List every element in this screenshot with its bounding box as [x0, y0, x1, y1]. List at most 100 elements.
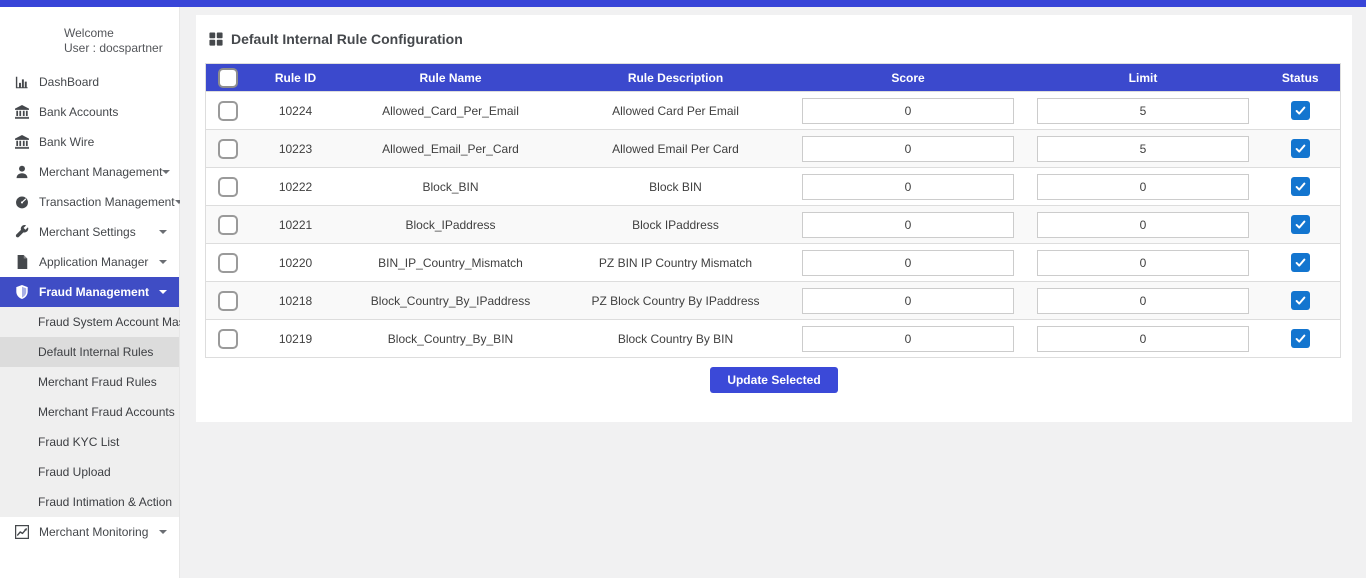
table-header-row: Rule ID Rule Name Rule Description Score… [206, 64, 1341, 92]
rule-id-cell: 10218 [251, 282, 341, 320]
sidebar-item-label: Merchant Management [39, 165, 162, 179]
row-checkbox[interactable] [218, 139, 238, 159]
tachometer-icon [14, 195, 29, 210]
sidebar-subitem-merchant-fraud-rules[interactable]: Merchant Fraud Rules [0, 367, 179, 397]
select-all-checkbox[interactable] [218, 68, 238, 88]
sidebar-item-label: Merchant Monitoring [39, 525, 148, 539]
file-icon [14, 255, 29, 270]
rule-description-cell: Block BIN [561, 168, 791, 206]
header-score: Score [791, 64, 1026, 92]
wrench-icon [14, 225, 29, 240]
table-row: 10219 Block_Country_By_BIN Block Country… [206, 320, 1341, 358]
welcome-text: Welcome [64, 26, 179, 41]
sidebar-item-merchant-monitoring[interactable]: Merchant Monitoring [0, 517, 179, 547]
update-selected-button[interactable]: Update Selected [710, 367, 837, 393]
sidebar-item-dashboard[interactable]: DashBoard [0, 67, 179, 97]
table-row: 10220 BIN_IP_Country_Mismatch PZ BIN IP … [206, 244, 1341, 282]
caret-down-icon [159, 290, 167, 294]
score-input[interactable] [802, 136, 1014, 162]
limit-input[interactable] [1037, 326, 1249, 352]
sidebar-item-merchant-management[interactable]: Merchant Management [0, 157, 179, 187]
bank-icon [14, 135, 29, 150]
chart-line-icon [14, 525, 29, 540]
row-checkbox[interactable] [218, 329, 238, 349]
sidebar-item-bank-accounts[interactable]: Bank Accounts [0, 97, 179, 127]
sidebar-item-application-manager[interactable]: Application Manager [0, 247, 179, 277]
sidebar-item-bank-wire[interactable]: Bank Wire [0, 127, 179, 157]
sidebar-subitem-merchant-fraud-accounts[interactable]: Merchant Fraud Accounts [0, 397, 179, 427]
rule-description-cell: PZ BIN IP Country Mismatch [561, 244, 791, 282]
limit-input[interactable] [1037, 174, 1249, 200]
header-limit: Limit [1026, 64, 1261, 92]
header-rule-id: Rule ID [251, 64, 341, 92]
score-input[interactable] [802, 98, 1014, 124]
rule-description-cell: Allowed Card Per Email [561, 92, 791, 130]
bank-icon [14, 105, 29, 120]
rule-description-cell: Block Country By BIN [561, 320, 791, 358]
sidebar-item-label: DashBoard [39, 75, 99, 89]
rule-id-cell: 10224 [251, 92, 341, 130]
status-checkbox[interactable] [1291, 101, 1310, 120]
header-rule-description: Rule Description [561, 64, 791, 92]
limit-input[interactable] [1037, 250, 1249, 276]
row-checkbox[interactable] [218, 291, 238, 311]
sidebar-item-label: Application Manager [39, 255, 148, 269]
sidebar-item-label: Transaction Management [39, 195, 175, 209]
rule-name-cell: BIN_IP_Country_Mismatch [341, 244, 561, 282]
row-checkbox[interactable] [218, 177, 238, 197]
caret-down-icon [159, 260, 167, 264]
sidebar-item-label: Bank Accounts [39, 105, 118, 119]
caret-down-icon [162, 170, 170, 174]
status-checkbox[interactable] [1291, 139, 1310, 158]
sidebar-subitem-fraud-system-account-master[interactable]: Fraud System Account Master [0, 307, 179, 337]
row-checkbox[interactable] [218, 215, 238, 235]
limit-input[interactable] [1037, 212, 1249, 238]
sidebar-item-merchant-settings[interactable]: Merchant Settings [0, 217, 179, 247]
rule-name-cell: Allowed_Card_Per_Email [341, 92, 561, 130]
sidebar-item-label: Merchant Settings [39, 225, 136, 239]
sidebar-subitem-default-internal-rules[interactable]: Default Internal Rules [0, 337, 179, 367]
status-checkbox[interactable] [1291, 253, 1310, 272]
rule-id-cell: 10220 [251, 244, 341, 282]
rule-description-cell: Allowed Email Per Card [561, 130, 791, 168]
limit-input[interactable] [1037, 288, 1249, 314]
status-checkbox[interactable] [1291, 177, 1310, 196]
row-checkbox[interactable] [218, 101, 238, 121]
score-input[interactable] [802, 288, 1014, 314]
sidebar-menu: DashBoard Bank Accounts Bank Wire Mercha… [0, 67, 179, 547]
sidebar-item-transaction-management[interactable]: Transaction Management [0, 187, 179, 217]
score-input[interactable] [802, 174, 1014, 200]
sidebar-subitem-fraud-upload[interactable]: Fraud Upload [0, 457, 179, 487]
page-title-text: Default Internal Rule Configuration [231, 31, 463, 47]
fraud-submenu: Fraud System Account Master Default Inte… [0, 307, 179, 517]
score-input[interactable] [802, 250, 1014, 276]
row-checkbox[interactable] [218, 253, 238, 273]
table-row: 10222 Block_BIN Block BIN [206, 168, 1341, 206]
rule-name-cell: Block_IPaddress [341, 206, 561, 244]
table-row: 10224 Allowed_Card_Per_Email Allowed Car… [206, 92, 1341, 130]
bar-chart-icon [14, 75, 29, 90]
username-text: User : docspartner [64, 41, 179, 56]
sidebar: Welcome User : docspartner DashBoard Ban… [0, 7, 180, 578]
shield-icon [14, 285, 29, 300]
status-checkbox[interactable] [1291, 329, 1310, 348]
sidebar-item-label: Bank Wire [39, 135, 94, 149]
table-row: 10218 Block_Country_By_IPaddress PZ Bloc… [206, 282, 1341, 320]
header-rule-name: Rule Name [341, 64, 561, 92]
user-icon [14, 165, 29, 180]
rule-id-cell: 10221 [251, 206, 341, 244]
status-checkbox[interactable] [1291, 291, 1310, 310]
sidebar-subitem-fraud-kyc-list[interactable]: Fraud KYC List [0, 427, 179, 457]
rule-id-cell: 10223 [251, 130, 341, 168]
header-status: Status [1261, 64, 1341, 92]
rule-description-cell: PZ Block Country By IPaddress [561, 282, 791, 320]
sidebar-item-fraud-management[interactable]: Fraud Management [0, 277, 179, 307]
score-input[interactable] [802, 212, 1014, 238]
limit-input[interactable] [1037, 98, 1249, 124]
status-checkbox[interactable] [1291, 215, 1310, 234]
rule-id-cell: 10219 [251, 320, 341, 358]
score-input[interactable] [802, 326, 1014, 352]
rule-description-cell: Block IPaddress [561, 206, 791, 244]
limit-input[interactable] [1037, 136, 1249, 162]
sidebar-subitem-fraud-intimation-action[interactable]: Fraud Intimation & Action [0, 487, 179, 517]
